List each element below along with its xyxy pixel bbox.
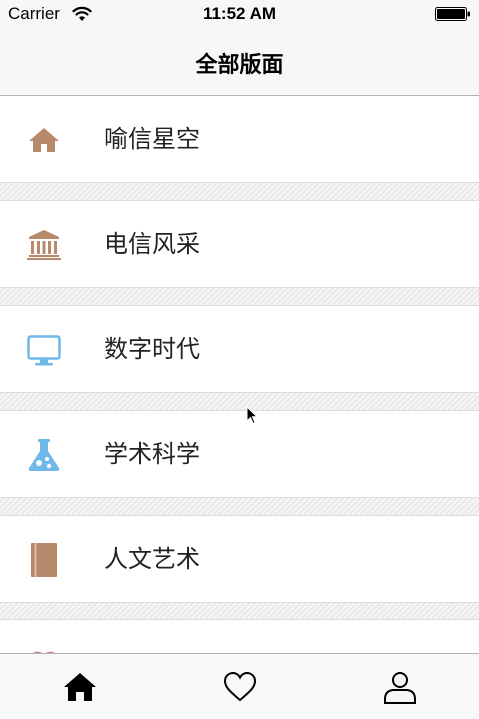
status-time: 11:52 AM	[202, 4, 277, 23]
section-label: 人文艺术	[104, 545, 200, 573]
section-row-partial[interactable]	[0, 619, 479, 653]
tab-bar	[0, 653, 479, 719]
section-list[interactable]: 喻信星空 电信风采 数字时代 学术科学 人文艺术	[0, 96, 479, 653]
section-row-digital[interactable]: 数字时代	[0, 305, 479, 393]
person-icon	[384, 672, 416, 704]
book-icon	[26, 542, 62, 578]
section-row-telecom[interactable]: 电信风采	[0, 200, 479, 288]
section-label: 电信风采	[104, 230, 200, 258]
home-icon	[64, 673, 96, 701]
home-icon	[26, 122, 62, 158]
page-title: 全部版面	[195, 53, 284, 78]
heart-icon	[223, 671, 257, 702]
mouse-cursor-icon	[246, 406, 258, 425]
status-bar: Carrier 11:52 AM	[0, 0, 479, 30]
tab-profile[interactable]	[320, 654, 479, 719]
section-label: 学术科学	[104, 440, 200, 468]
battery-icon	[435, 7, 470, 21]
section-row-academic[interactable]: 学术科学	[0, 410, 479, 498]
tab-home[interactable]	[0, 654, 160, 719]
bank-icon	[26, 227, 62, 263]
tab-favorites[interactable]	[160, 654, 320, 719]
navigation-bar: 全部版面	[0, 30, 479, 96]
section-label: 数字时代	[104, 335, 200, 363]
monitor-icon	[26, 332, 62, 368]
heart-icon	[26, 646, 62, 653]
section-label: 喻信星空	[104, 125, 200, 153]
section-row-humanities[interactable]: 人文艺术	[0, 515, 479, 603]
flask-icon	[26, 437, 62, 473]
section-row-yuxin[interactable]: 喻信星空	[0, 96, 479, 183]
